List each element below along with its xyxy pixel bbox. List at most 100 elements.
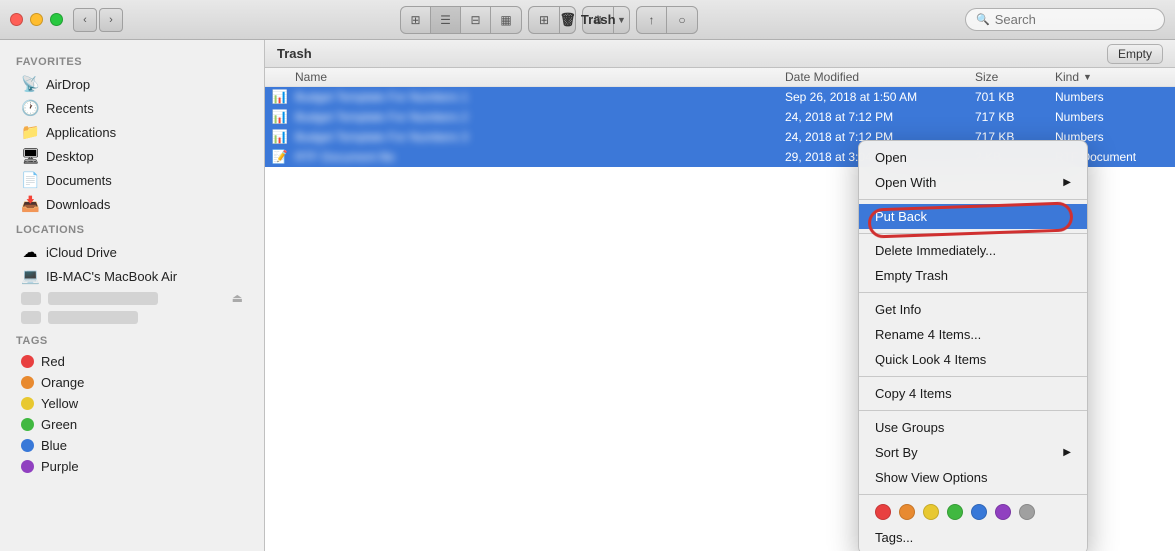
view-icon-button[interactable]: ⊞ [401,7,431,33]
content-header: Trash Empty [265,40,1175,68]
minimize-button[interactable] [30,13,43,26]
context-menu: Open Open With ▶ Put Back Delete Immedia… [858,140,1088,551]
tag-orange-label: Orange [41,375,84,390]
file-icon: 📊 [265,129,295,145]
sidebar-item-recents[interactable]: 🕐 Recents [5,96,259,120]
view-column-button[interactable]: ⊟ [461,7,491,33]
file-icon: 📊 [265,109,295,125]
empty-trash-button[interactable]: Empty [1107,44,1163,64]
sidebar-item-label: Desktop [46,149,94,164]
ctx-rename[interactable]: Rename 4 Items... [859,322,1087,347]
sidebar-item-applications[interactable]: 📁 Applications [5,120,259,144]
tag-color-blue[interactable] [971,504,987,520]
sidebar-item-airdrop[interactable]: 📡 AirDrop [5,72,259,96]
tags-header: Tags [0,327,264,351]
eject-icon[interactable]: ⏏ [232,291,243,305]
nav-arrows: ‹ › [73,8,123,32]
sidebar-item-downloads[interactable]: 📥 Downloads [5,192,259,216]
file-date: 24, 2018 at 7:12 PM [785,110,975,124]
tag-red-dot [21,355,34,368]
sidebar-item-label: IB-MAC's MacBook Air [46,269,177,284]
file-size: 717 KB [975,110,1055,124]
share-springload-group: ↑ ○ [636,6,698,34]
ctx-separator [859,233,1087,234]
ctx-put-back[interactable]: Put Back [859,204,1087,229]
title-bar: ‹ › ⊞ ☰ ⊟ ▦ ⊞ ▼ ⚙ ▼ ↑ ○ 🗑 Trash 🔍 [0,0,1175,40]
sidebar-item-tag-purple[interactable]: Purple [5,456,259,477]
close-button[interactable] [10,13,23,26]
submenu-sort-arrow-icon: ▶ [1063,447,1071,458]
view-options-button[interactable]: ⊞ [529,7,559,33]
content-area: Trash Empty Name Date Modified Size Kind… [265,40,1175,551]
table-row[interactable]: 📊 Budget Template For Numbers 2 24, 2018… [265,107,1175,127]
ctx-empty-trash[interactable]: Empty Trash [859,263,1087,288]
file-name: Budget Template For Numbers 1 [295,90,785,104]
ctx-color-tags [859,499,1087,525]
ctx-quick-look[interactable]: Quick Look 4 Items [859,347,1087,372]
submenu-arrow-icon: ▶ [1063,177,1071,188]
search-input[interactable] [995,12,1155,27]
sidebar-item-icloud[interactable]: ☁ iCloud Drive [5,240,259,264]
table-row[interactable]: 📊 Budget Template For Numbers 1 Sep 26, … [265,87,1175,107]
ctx-use-groups[interactable]: Use Groups [859,415,1087,440]
tag-color-green[interactable] [947,504,963,520]
view-cover-button[interactable]: ▦ [491,7,521,33]
ctx-tags[interactable]: Tags... [859,525,1087,550]
sidebar-item-documents[interactable]: 📄 Documents [5,168,259,192]
file-kind: Numbers [1055,90,1175,104]
col-name-header: Name [265,70,785,84]
tag-color-orange[interactable] [899,504,915,520]
file-icon: 📊 [265,89,295,105]
ctx-copy[interactable]: Copy 4 Items [859,381,1087,406]
blurred-label [48,292,158,305]
back-button[interactable]: ‹ [73,8,97,32]
locations-header: Locations [0,216,264,240]
share-button[interactable]: ↑ [637,7,667,33]
blurred-label [48,311,138,324]
sidebar-item-tag-blue[interactable]: Blue [5,435,259,456]
search-bar[interactable]: 🔍 [965,8,1165,31]
tag-color-purple[interactable] [995,504,1011,520]
ctx-get-info[interactable]: Get Info [859,297,1087,322]
blurred-icon [21,311,41,324]
ctx-separator [859,292,1087,293]
tag-blue-label: Blue [41,438,67,453]
ctx-separator [859,376,1087,377]
sidebar-item-tag-red[interactable]: Red [5,351,259,372]
sidebar-item-tag-orange[interactable]: Orange [5,372,259,393]
window-title: 🗑 Trash [559,12,615,28]
tag-orange-dot [21,376,34,389]
ctx-separator [859,494,1087,495]
desktop-icon: 🖥 [21,147,39,165]
col-kind-header: Kind ▼ [1055,70,1175,84]
documents-icon: 📄 [21,171,39,189]
tag-green-dot [21,418,34,431]
view-toggle-group: ⊞ ☰ ⊟ ▦ [400,6,522,34]
springload-button[interactable]: ○ [667,7,697,33]
file-list-header: Name Date Modified Size Kind ▼ [265,68,1175,87]
sidebar-item-tag-yellow[interactable]: Yellow [5,393,259,414]
sidebar-item-tag-green[interactable]: Green [5,414,259,435]
ctx-show-view-options[interactable]: Show View Options [859,465,1087,490]
ctx-delete-immediately[interactable]: Delete Immediately... [859,238,1087,263]
tag-color-gray[interactable] [1019,504,1035,520]
sidebar-item-desktop[interactable]: 🖥 Desktop [5,144,259,168]
macbook-icon: 💻 [21,267,39,285]
file-name: Budget Template For Numbers 3 [295,130,785,144]
view-list-button[interactable]: ☰ [431,7,461,33]
sidebar-item-macbook[interactable]: 💻 IB-MAC's MacBook Air [5,264,259,288]
tag-color-yellow[interactable] [923,504,939,520]
tag-purple-dot [21,460,34,473]
ctx-open-with[interactable]: Open With ▶ [859,170,1087,195]
airdrop-icon: 📡 [21,75,39,93]
file-name: Budget Template For Numbers 2 [295,110,785,124]
col-size-header: Size [975,70,1055,84]
tag-green-label: Green [41,417,77,432]
tag-color-red[interactable] [875,504,891,520]
forward-button[interactable]: › [99,8,123,32]
ctx-open[interactable]: Open [859,145,1087,170]
tag-blue-dot [21,439,34,452]
maximize-button[interactable] [50,13,63,26]
trash-icon: 🗑 [559,12,576,28]
ctx-sort-by[interactable]: Sort By ▶ [859,440,1087,465]
